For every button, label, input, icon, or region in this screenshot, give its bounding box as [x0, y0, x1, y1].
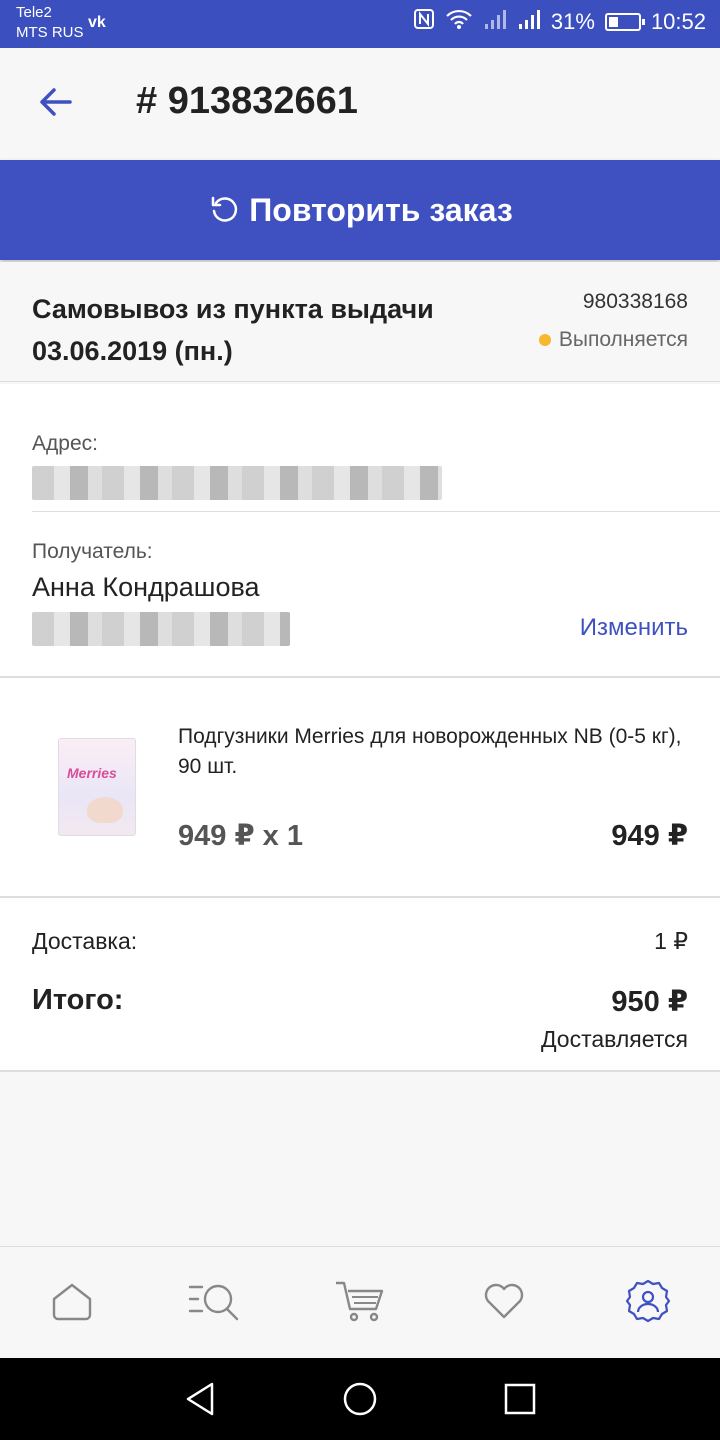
shipping-label: Доставка:	[32, 928, 138, 954]
address-label: Адрес:	[32, 432, 98, 455]
address-recipient-section: Адрес: Получатель: Анна Кондрашова Измен…	[0, 384, 720, 676]
system-recents-icon[interactable]	[501, 1380, 539, 1418]
shipping-value: 1 ₽	[654, 928, 688, 954]
product-image-brand: Merries	[67, 765, 117, 781]
recipient-name: Анна Кондрашова	[32, 572, 260, 602]
favorites-icon[interactable]	[480, 1277, 528, 1325]
delivery-section: Самовывоз из пункта выдачи 03.06.2019 (п…	[0, 262, 720, 382]
product-image: Merries	[58, 738, 136, 836]
recipient-label: Получатель:	[32, 540, 153, 563]
repeat-order-button[interactable]: Повторить заказ	[0, 160, 720, 260]
clock: 10:52	[650, 9, 706, 34]
total-label: Итого:	[32, 984, 124, 1016]
bottom-nav	[0, 1246, 720, 1358]
status-bar: Tele2 MTS RUS vk 31% 10:52	[0, 0, 720, 48]
phone-redacted	[32, 612, 290, 646]
total-value: 950 ₽	[611, 986, 688, 1018]
back-arrow-icon[interactable]	[36, 82, 76, 122]
signal-icon-2	[517, 8, 541, 36]
system-back-icon[interactable]	[182, 1380, 220, 1418]
nfc-icon	[413, 8, 435, 36]
repeat-icon	[212, 196, 238, 222]
status-badge: Выполняется	[538, 328, 688, 352]
baby-illustration	[87, 797, 123, 823]
wifi-icon	[445, 8, 473, 36]
divider	[0, 1070, 720, 1072]
total-status: Доставляется	[540, 1026, 688, 1052]
settings-icon[interactable]	[624, 1277, 672, 1325]
signal-icon	[483, 8, 507, 36]
edit-recipient-link[interactable]: Изменить	[580, 614, 688, 642]
system-nav-bar	[0, 1358, 720, 1440]
address-redacted	[32, 466, 442, 500]
page-title: # 913832661	[136, 80, 358, 122]
product-name: Подгузники Merries для новорожденных NB …	[178, 725, 682, 778]
delivery-id: 980338168	[582, 290, 688, 313]
product-price-qty: 949 ₽ x 1	[178, 820, 303, 852]
divider	[32, 511, 720, 512]
order-summary: Доставка: 1 ₽ Итого: 950 ₽ Доставляется	[0, 898, 720, 1070]
home-icon[interactable]	[48, 1277, 96, 1325]
vk-icon: vk	[88, 14, 106, 31]
delivery-title: Самовывоз из пункта выдачи 03.06.2019 (п…	[32, 294, 434, 366]
product-total: 949 ₽	[611, 820, 688, 852]
status-text: Выполняется	[558, 328, 688, 351]
repeat-order-label: Повторить заказ	[249, 191, 513, 228]
catalog-search-icon[interactable]	[188, 1277, 246, 1325]
carrier-1: Tele2	[16, 4, 52, 21]
product-row[interactable]: Merries Подгузники Merries для новорожде…	[0, 678, 720, 896]
battery-percent: 31%	[550, 9, 595, 34]
system-home-icon[interactable]	[341, 1380, 379, 1418]
app-bar: # 913832661	[0, 48, 720, 160]
cart-icon[interactable]	[334, 1277, 386, 1325]
battery-icon	[604, 13, 645, 31]
carrier-2: MTS RUS	[16, 24, 84, 41]
status-dot-icon	[538, 334, 551, 346]
